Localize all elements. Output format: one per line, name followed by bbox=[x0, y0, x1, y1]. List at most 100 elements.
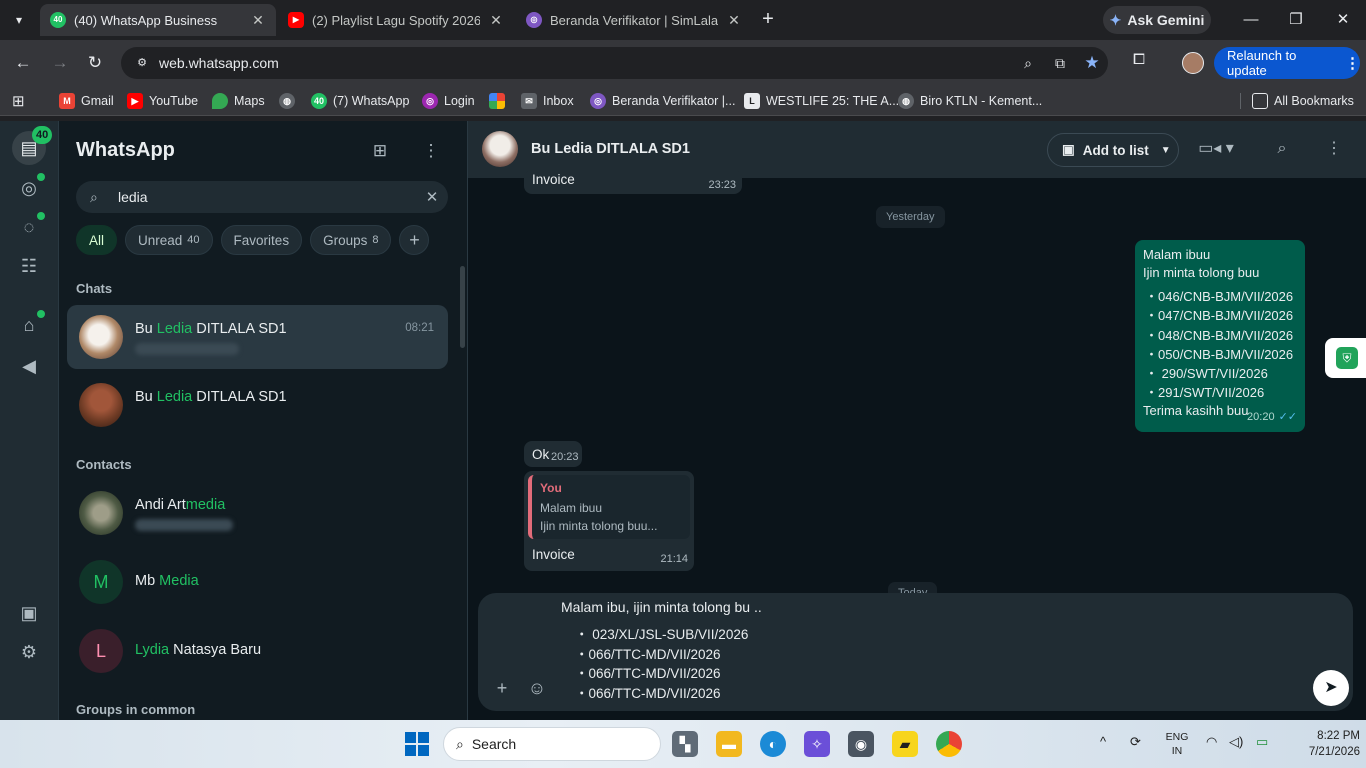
sticky-notes-icon[interactable]: ▰ bbox=[892, 731, 918, 757]
copilot-icon[interactable]: ✧ bbox=[804, 731, 830, 757]
new-tab-plus-icon[interactable]: + bbox=[757, 8, 779, 32]
sync-icon[interactable]: ⟳ bbox=[1130, 734, 1141, 750]
clear-search-icon[interactable]: ✕ bbox=[416, 188, 448, 206]
taskbar-clock[interactable]: 8:22 PM 7/21/2026 bbox=[1300, 728, 1360, 760]
bookmark-biro-ktln[interactable]: ◍ Biro KTLN - Kement... bbox=[898, 91, 1042, 111]
bookmark-gmail[interactable]: M Gmail bbox=[59, 91, 114, 111]
apps-grid-icon[interactable]: ⊞ bbox=[12, 91, 25, 111]
composer-text-line[interactable]: ・066/TTC-MD/VII/2026 bbox=[575, 662, 721, 682]
menu-more-icon[interactable]: ⋮ bbox=[418, 139, 444, 163]
close-icon[interactable]: ✕ bbox=[250, 12, 266, 29]
wifi-icon[interactable]: ◠ bbox=[1206, 734, 1217, 750]
taskbar-search[interactable]: ⌕ Search bbox=[443, 727, 661, 761]
composer-text-line[interactable]: ・ 023/XL/JSL-SUB/VII/2026 bbox=[575, 623, 748, 643]
bookmark-verifikator[interactable]: ◎ Beranda Verifikator |... bbox=[590, 91, 735, 111]
bookmark-westlife[interactable]: L WESTLIFE 25: THE A... bbox=[744, 91, 899, 111]
address-bar[interactable]: ⚙ web.whatsapp.com ⌕ ⧉ ★ bbox=[121, 47, 1108, 79]
whatsapp-icon: 40 bbox=[50, 12, 66, 28]
reload-icon[interactable]: ↻ bbox=[83, 51, 107, 75]
address-url[interactable]: web.whatsapp.com bbox=[159, 55, 1012, 71]
composer-text-line[interactable]: ・066/TTC-MD/VII/2026 bbox=[575, 682, 721, 702]
volume-icon[interactable]: ◁) bbox=[1229, 734, 1243, 750]
composer-text-line[interactable]: Malam ibu, ijin minta tolong bu .. bbox=[561, 599, 762, 615]
bookmark-star-icon[interactable]: ★ bbox=[1076, 51, 1108, 75]
extensions-puzzle-icon[interactable]: ⧠ bbox=[1128, 51, 1150, 75]
forward-arrow-icon[interactable]: → bbox=[48, 51, 72, 75]
tab-youtube[interactable]: ▶ (2) Playlist Lagu Spotify 2026 Te ✕ bbox=[278, 4, 514, 36]
contact-row[interactable]: L Lydia Natasya Baru bbox=[67, 619, 448, 683]
window-close-icon[interactable]: ✕ bbox=[1328, 8, 1358, 32]
contact-avatar[interactable] bbox=[482, 131, 518, 167]
filter-favorites[interactable]: Favorites bbox=[220, 225, 303, 255]
ask-gemini-button[interactable]: ✦ Ask Gemini bbox=[1103, 6, 1211, 34]
search-input[interactable]: ledia bbox=[118, 189, 416, 205]
task-view-icon[interactable]: ▚ bbox=[672, 731, 698, 757]
filter-all[interactable]: All bbox=[76, 225, 118, 255]
bookmark-globe[interactable]: ◍ bbox=[279, 91, 295, 111]
chat-list-scrollbar[interactable] bbox=[460, 266, 465, 348]
avatar bbox=[79, 315, 123, 359]
date-divider: Yesterday bbox=[876, 206, 945, 228]
search-icon[interactable]: ⌕ bbox=[1270, 137, 1294, 161]
composer-text-line[interactable]: ・066/TTC-MD/VII/2026 bbox=[575, 643, 721, 663]
install-app-icon[interactable]: ⧉ bbox=[1044, 51, 1076, 75]
close-icon[interactable]: ✕ bbox=[488, 12, 504, 29]
chat-row[interactable]: Bu Ledia DITLALA SD1 bbox=[67, 373, 448, 437]
contact-name[interactable]: Bu Ledia DITLALA SD1 bbox=[531, 141, 690, 157]
filter-groups[interactable]: Groups 8 bbox=[310, 225, 392, 255]
communities-icon[interactable]: ☷ bbox=[17, 254, 41, 278]
advertise-megaphone-icon[interactable]: ◀ bbox=[17, 354, 41, 378]
add-filter-plus-icon[interactable]: + bbox=[399, 225, 430, 255]
settings-gear-icon[interactable]: ⚙ bbox=[17, 640, 41, 664]
media-gallery-icon[interactable]: ▣ bbox=[17, 601, 41, 625]
message-composer[interactable]: Malam ibu, ijin minta tolong bu .. ・ 023… bbox=[478, 593, 1353, 711]
attach-plus-icon[interactable]: + bbox=[488, 675, 516, 701]
tab-whatsapp[interactable]: 40 (40) WhatsApp Business ✕ bbox=[40, 4, 276, 36]
minimize-icon[interactable]: — bbox=[1236, 8, 1266, 32]
bookmark-inbox[interactable]: ✉ Inbox bbox=[521, 91, 574, 111]
site-info-icon[interactable]: ⚙ bbox=[131, 52, 153, 74]
input-language[interactable]: ENG IN bbox=[1164, 730, 1190, 758]
avatar: M bbox=[79, 560, 123, 604]
bookmark-login[interactable]: ◎ Login bbox=[422, 91, 475, 111]
relaunch-button[interactable]: Relaunch to update ⋮ bbox=[1214, 47, 1360, 79]
relaunch-label: Relaunch to update bbox=[1227, 48, 1297, 78]
quoted-message[interactable]: You Malam ibuu Ijin minta tolong buu... bbox=[528, 475, 690, 539]
send-button[interactable]: ➤ bbox=[1313, 670, 1349, 706]
bookmark-whatsapp[interactable]: 40 (7) WhatsApp bbox=[311, 91, 409, 111]
contact-row[interactable]: M Mb Media bbox=[67, 550, 448, 614]
safety-shield-widget[interactable]: ⛨ bbox=[1325, 338, 1366, 378]
tray-overflow-chevron-icon[interactable]: ^ bbox=[1100, 734, 1106, 749]
search-box[interactable]: ⌕ ledia ✕ bbox=[76, 181, 448, 213]
back-arrow-icon[interactable]: ← bbox=[11, 51, 35, 75]
profile-avatar[interactable] bbox=[1182, 52, 1204, 74]
video-call-icon[interactable]: ▭◂ ▾ bbox=[1196, 137, 1236, 161]
add-to-list-button[interactable]: ▣ Add to list ▼ bbox=[1047, 133, 1179, 167]
tab-simlala[interactable]: ◎ Beranda Verifikator | SimLala ✕ bbox=[516, 4, 752, 36]
battery-icon[interactable]: ▭ bbox=[1256, 734, 1268, 750]
mail-icon: ✉ bbox=[521, 93, 537, 109]
windows-start-icon[interactable] bbox=[405, 732, 429, 756]
section-contacts: Contacts bbox=[76, 457, 132, 472]
contact-name: Mb Media bbox=[135, 573, 199, 589]
chrome-icon[interactable] bbox=[936, 731, 962, 757]
bookmark-youtube[interactable]: ▶ YouTube bbox=[127, 91, 198, 111]
new-chat-icon[interactable]: ⊞ bbox=[367, 139, 393, 163]
bookmark-pinwheel[interactable] bbox=[489, 91, 505, 111]
tab-search-chevron-icon[interactable]: ▾ bbox=[6, 8, 32, 32]
file-explorer-icon[interactable]: ▬ bbox=[716, 731, 742, 757]
menu-more-icon[interactable]: ⋮ bbox=[1322, 137, 1346, 161]
catalog-dot bbox=[37, 310, 45, 318]
bookmark-maps[interactable]: Maps bbox=[212, 91, 265, 111]
camera-icon[interactable]: ◉ bbox=[848, 731, 874, 757]
filter-unread[interactable]: Unread 40 bbox=[125, 225, 213, 255]
sticker-emoji-icon[interactable]: ☺ bbox=[523, 675, 551, 701]
close-icon[interactable]: ✕ bbox=[726, 12, 742, 29]
all-bookmarks[interactable]: All Bookmarks bbox=[1252, 91, 1354, 111]
chat-row[interactable]: Bu Ledia DITLALA SD1 08:21 bbox=[67, 305, 448, 369]
restore-icon[interactable]: ❐ bbox=[1281, 8, 1311, 32]
edge-browser-icon[interactable]: ◐ bbox=[760, 731, 786, 757]
contact-name: Andi Artmedia bbox=[135, 497, 226, 513]
contact-row[interactable]: Andi Artmedia bbox=[67, 481, 448, 545]
zoom-icon[interactable]: ⌕ bbox=[1012, 51, 1044, 75]
